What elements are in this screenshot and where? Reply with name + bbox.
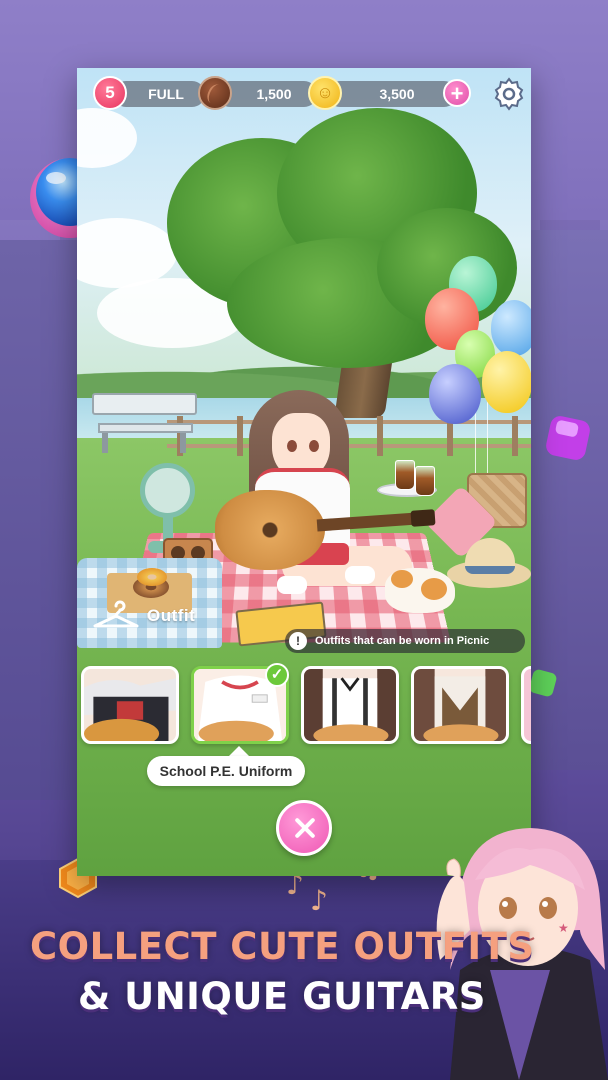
outfit-name-pointer: [229, 746, 249, 756]
outfit-card-partial[interactable]: [521, 666, 531, 744]
outfit-card-suspenders[interactable]: [301, 666, 399, 744]
donut: [137, 568, 167, 586]
fence: [167, 416, 531, 456]
chocolate-icon: [198, 76, 232, 110]
background-left-shop: [0, 240, 80, 800]
balloon: [491, 300, 531, 356]
character-eye: [309, 440, 319, 452]
music-note-icon: ♪: [310, 884, 328, 917]
outfit-card-scarf[interactable]: [81, 666, 179, 744]
hanger-icon: [93, 600, 139, 628]
straw-hat: [447, 538, 531, 588]
chocolate-pill[interactable]: 1,500: [217, 81, 317, 107]
park-bench: [92, 393, 197, 453]
character-sock: [345, 566, 375, 584]
character-eye: [287, 440, 297, 452]
chocolate-count: 1,500: [256, 86, 292, 102]
add-coins-button[interactable]: +: [443, 79, 471, 107]
coin-pill[interactable]: 3,500: [327, 81, 457, 107]
iced-drink: [415, 466, 435, 496]
gear-icon[interactable]: [491, 76, 527, 112]
outfit-section-title: Outfit: [91, 598, 221, 632]
balloon: [482, 351, 531, 413]
purple-gem-icon: [546, 416, 590, 460]
promo-headline-line1: COLLECT CUTE OUTFITS: [30, 925, 535, 968]
lives-status: FULL: [148, 86, 184, 102]
lives-count: 5: [105, 83, 115, 102]
selected-check-icon: ✓: [265, 663, 289, 687]
outfit-hint-banner: ! Outfits that can be worn in Picnic: [285, 629, 525, 653]
outfit-title-text: Outfit: [147, 606, 196, 625]
calico-cat: [385, 568, 455, 613]
lives-heart-icon[interactable]: 5: [93, 76, 127, 110]
outfit-card-vest[interactable]: [411, 666, 509, 744]
info-icon: !: [289, 632, 307, 650]
promo-headline-line2: & UNIQUE GUITARS: [78, 975, 486, 1018]
close-button[interactable]: [276, 800, 332, 856]
guitar-headstock: [410, 509, 436, 527]
coin-count: 3,500: [379, 86, 415, 102]
character-sock: [277, 576, 307, 594]
outfit-carousel[interactable]: ✓: [77, 663, 531, 753]
balloon: [429, 364, 481, 424]
coin-icon: ☺: [308, 76, 342, 110]
status-bar: 5 FULL 1,500 ☺ 3,500 +: [93, 76, 524, 111]
game-screen: 5 FULL 1,500 ☺ 3,500 + Outfit ! Outfits …: [77, 68, 531, 876]
cloud: [77, 108, 137, 168]
add-coins-label: +: [450, 81, 464, 106]
selected-outfit-name: School P.E. Uniform: [147, 756, 305, 786]
outfit-hint-text: Outfits that can be worn in Picnic: [315, 635, 490, 647]
acoustic-guitar: [215, 490, 325, 570]
iced-drink: [395, 460, 415, 490]
